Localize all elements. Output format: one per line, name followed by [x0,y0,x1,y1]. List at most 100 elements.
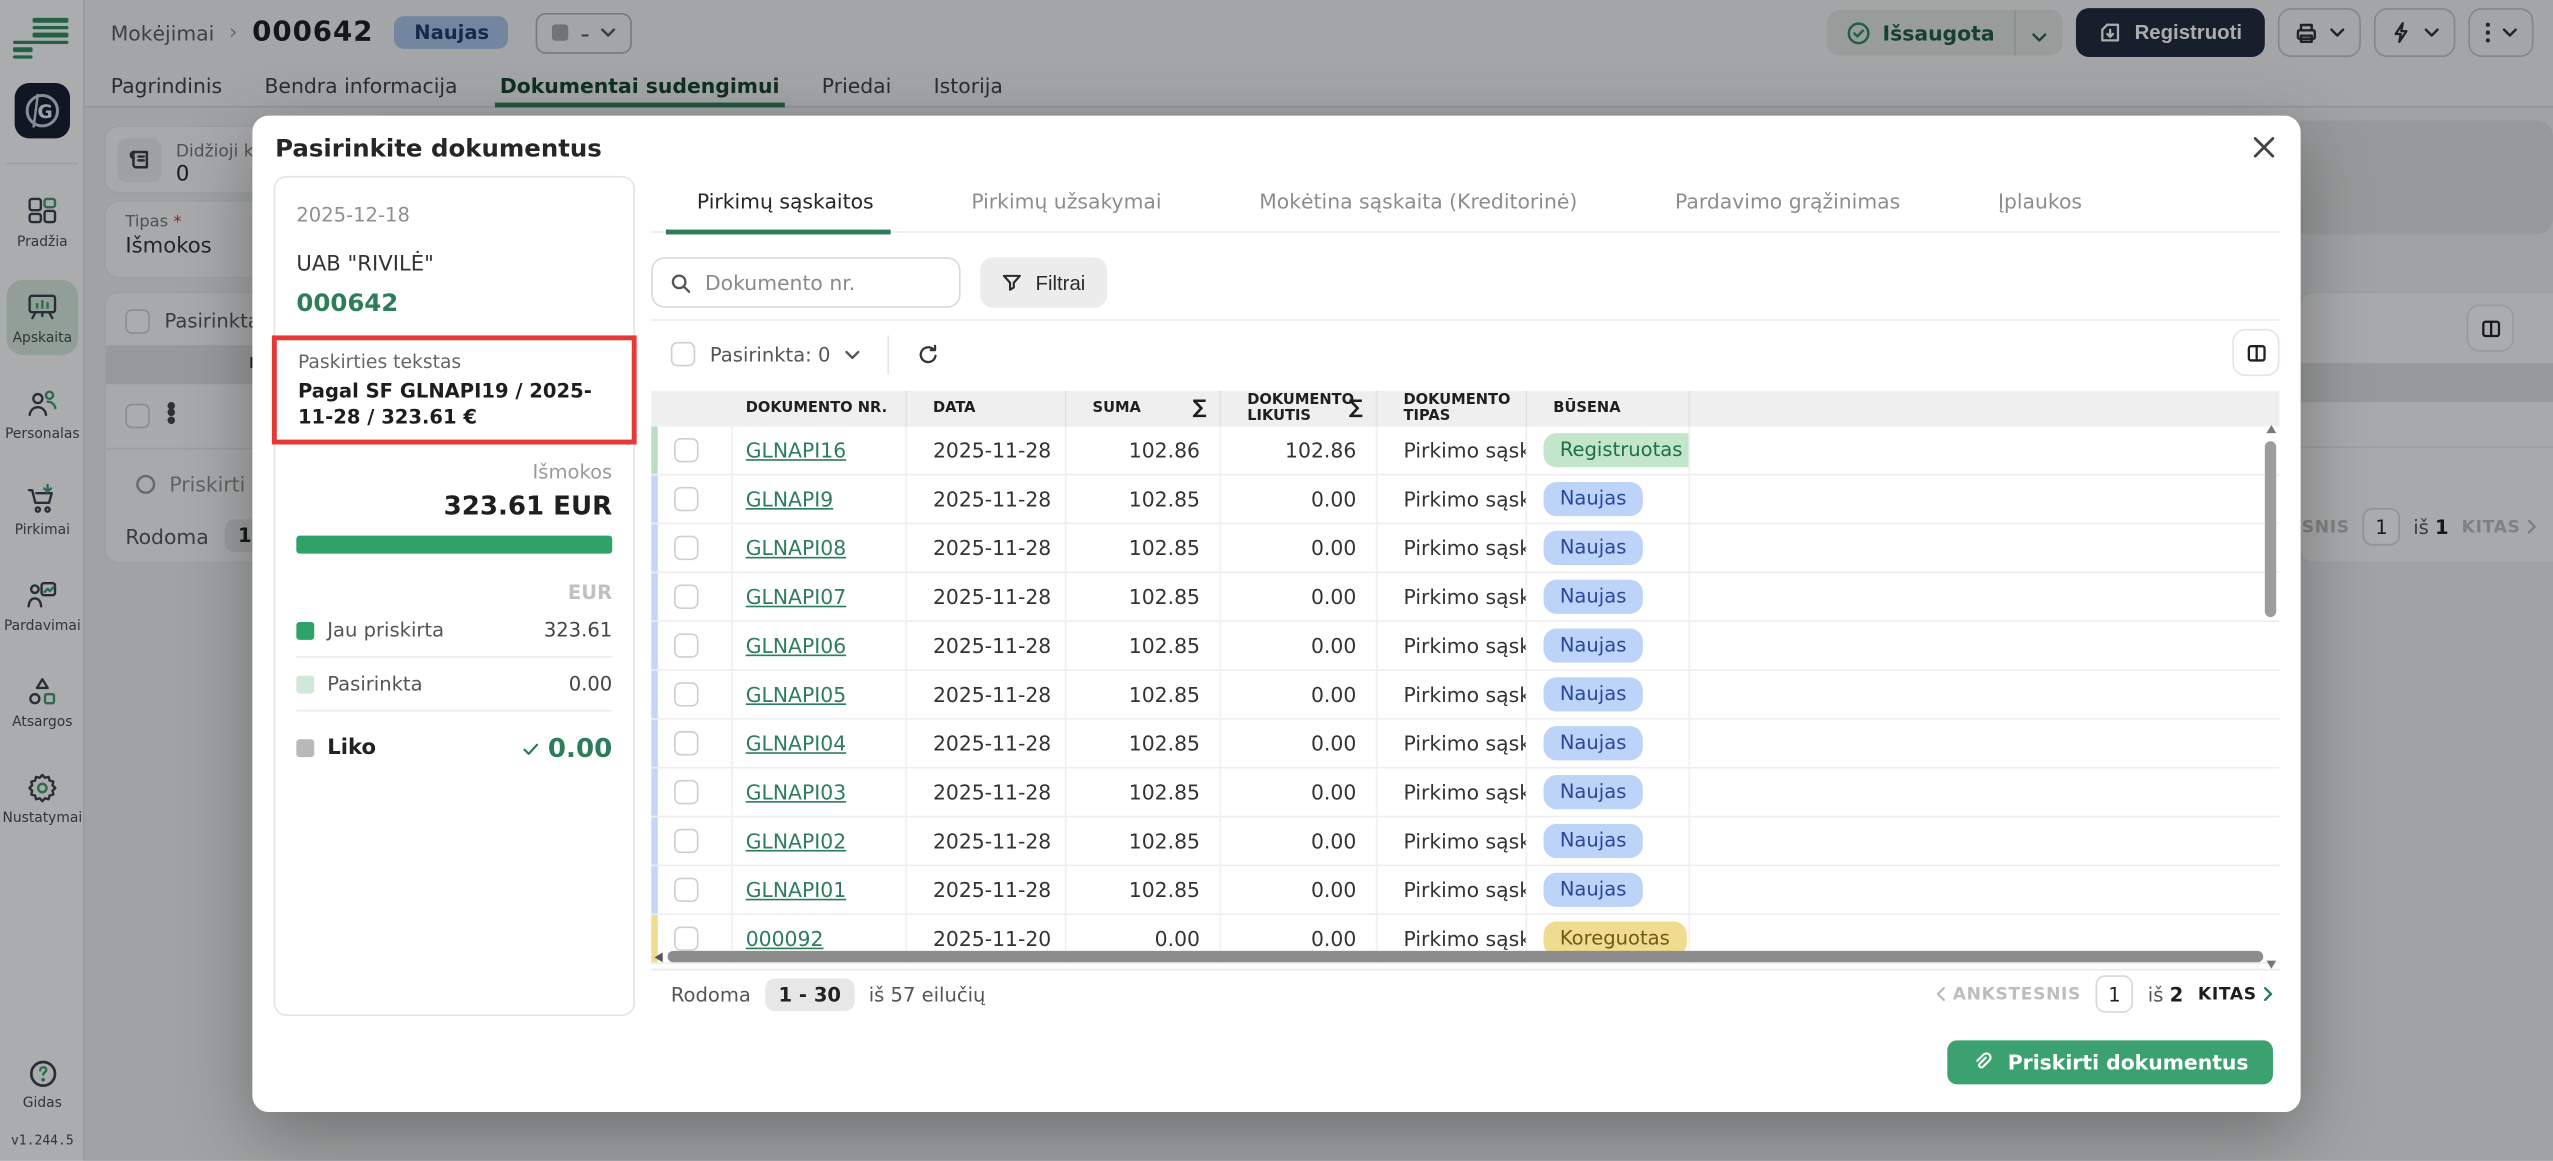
cell-likutis: 102.86 [1221,427,1377,474]
cell-date: 2025-11-28 [907,524,1067,571]
modal-tab[interactable]: Mokėtina sąskaita (Kreditorinė) [1259,189,1577,213]
row-checkbox[interactable] [674,829,698,853]
modal-tab[interactable]: Pirkimų sąskaitos [697,189,874,213]
purpose-label: Paskirties tekstas [298,350,611,373]
cell-suma: 102.85 [1066,671,1221,718]
modal-tab[interactable]: Įplaukos [1998,189,2082,213]
table-row[interactable]: GLNAPI08 2025-11-28 102.85 0.00 Pirkimo … [651,524,2279,573]
previous-page-button[interactable]: ANKSTESNIS [1936,984,2081,1004]
row-checkbox[interactable] [674,878,698,902]
row-checkbox[interactable] [674,780,698,804]
selected-count-label: Pasirinkta: 0 [710,343,831,366]
cell-likutis: 0.00 [1221,573,1377,620]
select-all-checkbox[interactable] [671,342,695,366]
table-row[interactable]: GLNAPI16 2025-11-28 102.86 102.86 Pirkim… [651,427,2279,476]
cell-likutis: 0.00 [1221,524,1377,571]
page-number-box[interactable]: 1 [2096,975,2133,1012]
assign-documents-button[interactable]: Priskirti dokumentus [1948,1040,2273,1084]
document-link[interactable]: GLNAPI06 [733,633,846,657]
refresh-icon[interactable] [917,343,940,366]
cell-date: 2025-11-28 [907,769,1067,816]
cell-likutis: 0.00 [1221,671,1377,718]
row-checkbox[interactable] [674,536,698,560]
status-badge: Registruotas [1544,433,1691,467]
col-likutis[interactable]: DOKUMENTO LIKUTIS [1247,392,1341,426]
document-link[interactable]: GLNAPI02 [733,829,846,853]
horizontal-scrollbar[interactable] [655,951,2264,962]
document-link[interactable]: GLNAPI05 [733,682,846,706]
legend-swatch [296,675,314,693]
status-strip [651,671,658,718]
search-input-wrap[interactable] [651,257,960,307]
row-checkbox[interactable] [674,926,698,950]
status-strip [651,769,658,816]
table-row[interactable]: GLNAPI06 2025-11-28 102.85 0.00 Pirkimo … [651,622,2279,671]
funnel-icon [1001,272,1022,293]
document-link[interactable]: GLNAPI16 [733,438,846,462]
status-badge: Naujas [1544,726,1643,760]
cell-date: 2025-11-28 [907,427,1067,474]
document-link[interactable]: GLNAPI04 [733,731,846,755]
legend-label: Jau priskirta [327,619,444,642]
row-checkbox[interactable] [674,682,698,706]
document-link[interactable]: GLNAPI08 [733,536,846,560]
documents-pane: Pirkimų sąskaitos Pirkimų užsakymai Mokėti… [651,171,2279,1018]
vertical-scrollbar[interactable] [2265,431,2276,955]
cell-tipas: Pirkimo sąskait [1377,769,1527,816]
row-checkbox[interactable] [674,487,698,511]
cell-likutis: 0.00 [1221,817,1377,864]
modal-tab[interactable]: Pardavimo grąžinimas [1675,189,1900,213]
legend-label: Pasirinkta [327,673,422,696]
purpose-text: Pagal SF GLNAPI19 / 2025-11-28 / 323.61 … [298,378,611,431]
sum-icon[interactable]: ∑ [1192,397,1206,419]
row-checkbox[interactable] [674,633,698,657]
cell-tipas: Pirkimo sąskait [1377,817,1527,864]
table-row[interactable]: GLNAPI07 2025-11-28 102.85 0.00 Pirkimo … [651,573,2279,622]
document-link[interactable]: GLNAPI07 [733,585,846,609]
assign-documents-label: Priskirti dokumentus [2008,1050,2249,1074]
status-strip [651,524,658,571]
cell-likutis: 0.00 [1221,720,1377,767]
table-row[interactable]: GLNAPI05 2025-11-28 102.85 0.00 Pirkimo … [651,671,2279,720]
col-document-nr[interactable]: DOKUMENTO NR. [746,400,887,417]
col-tipas[interactable]: DOKUMENTO TIPAS [1404,392,1498,426]
status-badge: Naujas [1544,531,1643,565]
col-suma[interactable]: SUMA [1093,400,1141,417]
document-link[interactable]: GLNAPI01 [733,878,846,902]
cell-likutis: 0.00 [1221,622,1377,669]
row-checkbox[interactable] [674,585,698,609]
cell-tipas: Pirkimo sąskait [1377,475,1527,522]
modal-tab[interactable]: Pirkimų užsakymai [971,189,1161,213]
row-checkbox[interactable] [674,438,698,462]
rows-total-label: iš 57 eilučių [869,983,986,1006]
cell-suma: 102.85 [1066,524,1221,571]
close-icon[interactable] [2253,137,2274,158]
filters-button[interactable]: Filtrai [980,257,1106,307]
filters-label: Filtrai [1036,271,1086,294]
columns-icon[interactable] [2232,329,2279,376]
document-link[interactable]: GLNAPI9 [733,487,834,511]
status-badge: Naujas [1544,579,1643,613]
cell-date: 2025-11-28 [907,622,1067,669]
cell-date: 2025-11-28 [907,475,1067,522]
status-badge: Naujas [1544,824,1643,858]
next-page-button[interactable]: KITAS [2198,984,2273,1004]
table-row[interactable]: GLNAPI01 2025-11-28 102.85 0.00 Pirkimo … [651,866,2279,915]
modal-title: Pasirinkite dokumentus [275,134,602,163]
payment-total: 323.61 EUR [296,491,612,522]
table-row[interactable]: GLNAPI02 2025-11-28 102.85 0.00 Pirkimo … [651,817,2279,866]
table-row[interactable]: GLNAPI04 2025-11-28 102.85 0.00 Pirkimo … [651,720,2279,769]
row-checkbox[interactable] [674,731,698,755]
legend-value: 0.00 [569,673,613,696]
cell-date: 2025-11-28 [907,817,1067,864]
purpose-highlight-box: Paskirties tekstas Pagal SF GLNAPI19 / 2… [272,335,637,445]
col-busena[interactable]: BŪSENA [1553,400,1620,417]
select-documents-modal: Pasirinkite dokumentus 2025-12-18 UAB "R… [252,116,2300,1112]
col-date[interactable]: DATA [933,400,976,417]
table-row[interactable]: GLNAPI03 2025-11-28 102.85 0.00 Pirkimo … [651,769,2279,818]
table-row[interactable]: GLNAPI9 2025-11-28 102.85 0.00 Pirkimo s… [651,475,2279,524]
document-link[interactable]: GLNAPI03 [733,780,846,804]
sum-icon[interactable]: ∑ [1349,397,1363,419]
document-link[interactable]: 000092 [733,926,824,950]
search-input[interactable] [705,270,933,294]
